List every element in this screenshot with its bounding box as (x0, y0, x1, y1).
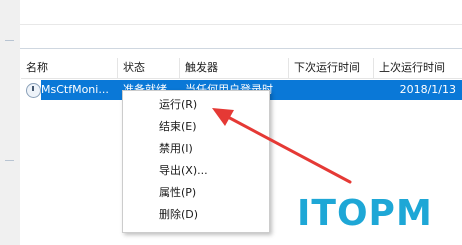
column-header-last-run[interactable]: 上次运行时间 (374, 58, 462, 78)
task-scheduler-window: 名称 状态 触发器 下次运行时间 上次运行时间 MsCtfMoni... 准备就… (0, 0, 462, 245)
menu-item-delete[interactable]: 删除(D) (123, 205, 269, 225)
watermark-logo: ITOPM (297, 193, 433, 235)
column-header-status[interactable]: 状态 (118, 58, 180, 78)
menu-item-end[interactable]: 结束(E) (123, 117, 269, 137)
menu-item-export[interactable]: 导出(X)... (123, 161, 269, 181)
column-header-name[interactable]: 名称 (21, 58, 118, 78)
task-last-run: 2018/1/13 (399, 83, 456, 96)
left-pane-divider (5, 160, 14, 161)
divider (20, 24, 462, 25)
context-menu: 运行(R) 结束(E) 禁用(I) 导出(X)... 属性(P) 删除(D) (122, 90, 270, 233)
column-header-trigger[interactable]: 触发器 (180, 58, 289, 78)
left-pane (0, 0, 21, 245)
top-area (20, 0, 462, 48)
watermark-text: ITOPM (297, 193, 433, 234)
menu-item-run[interactable]: 运行(R) (123, 95, 269, 115)
menu-item-properties[interactable]: 属性(P) (123, 183, 269, 203)
left-pane-divider (5, 40, 14, 41)
menu-item-disable[interactable]: 禁用(I) (123, 139, 269, 159)
column-header-next-run[interactable]: 下次运行时间 (289, 58, 374, 78)
task-clock-icon (26, 83, 41, 98)
task-name: MsCtfMoni... (41, 83, 109, 96)
table-header: 名称 状态 触发器 下次运行时间 上次运行时间 (21, 58, 462, 79)
